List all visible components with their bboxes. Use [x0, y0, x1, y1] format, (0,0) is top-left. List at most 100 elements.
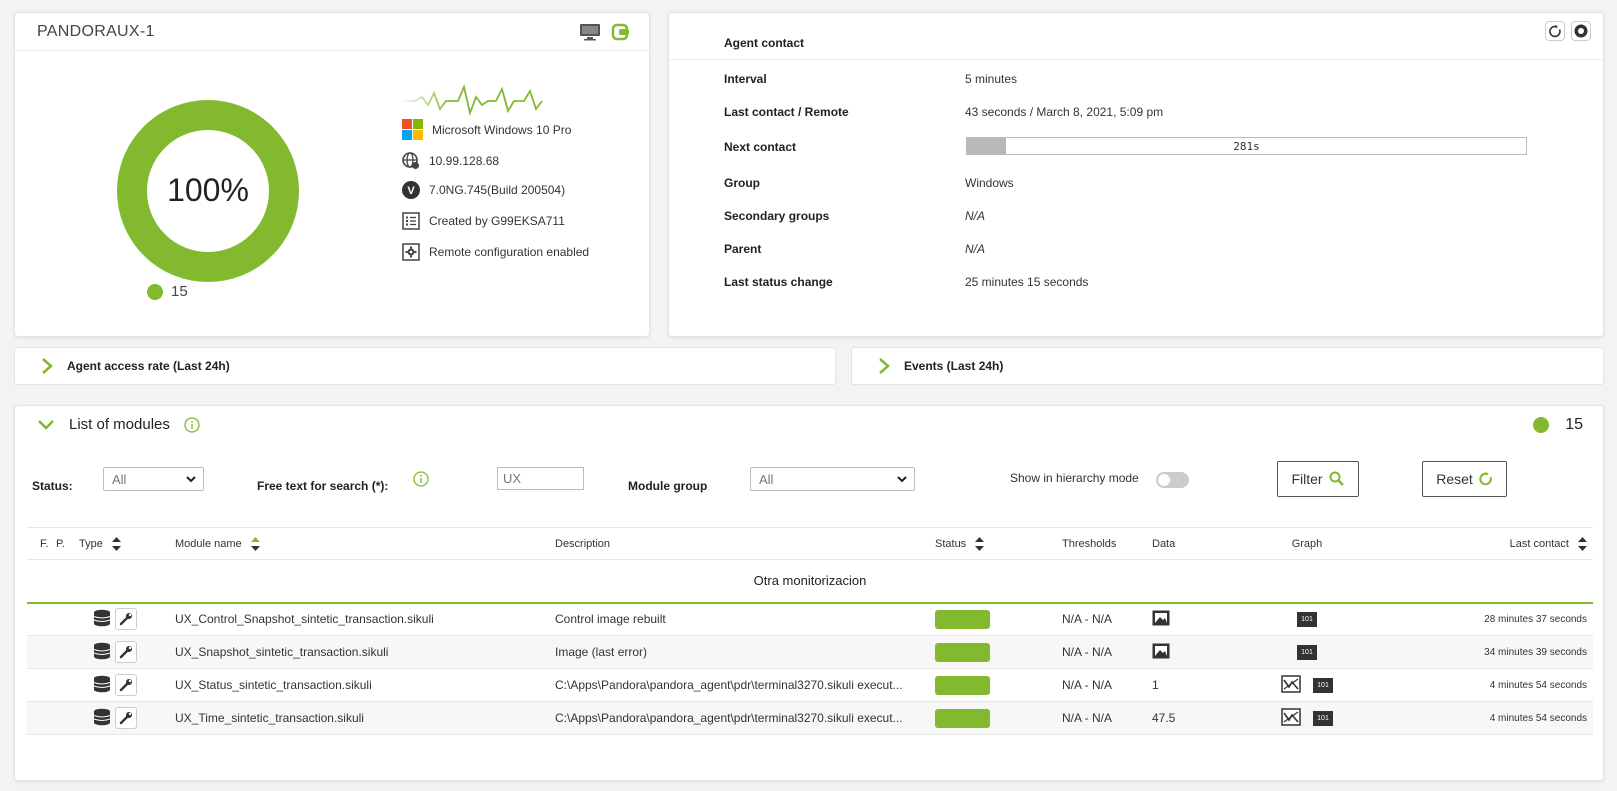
col-status[interactable]: Status [935, 527, 1062, 560]
reset-button[interactable]: Reset [1422, 461, 1507, 497]
data-cell [1152, 602, 1247, 636]
chart-icon[interactable] [1281, 674, 1301, 696]
module-description: C:\Apps\Pandora\pandora_agent\pdr\termin… [555, 701, 935, 735]
table-row[interactable]: UX_Snapshot_sintetic_transaction.sikuli I… [27, 635, 1593, 669]
module-name[interactable]: UX_Time_sintetic_transaction.sikuli [175, 701, 555, 735]
next-contact-progress: 281s [966, 137, 1527, 155]
status-select[interactable]: All [103, 467, 204, 491]
chart-icon[interactable] [1281, 707, 1301, 729]
database-icon [93, 708, 111, 729]
hierarchy-toggle[interactable] [1156, 472, 1189, 488]
data-value: 1 [1152, 678, 1159, 692]
search-label: Free text for search (*): [257, 479, 389, 493]
col-type[interactable]: Type [79, 527, 175, 560]
flag-cell [27, 602, 56, 636]
image-icon[interactable] [1152, 610, 1170, 629]
events-section[interactable]: Events (Last 24h) [851, 347, 1604, 385]
graph-cell: 101 [1247, 668, 1367, 702]
status-badge [935, 642, 990, 662]
data-cell [1152, 635, 1247, 669]
raw-data-icon[interactable]: 101 [1313, 677, 1333, 693]
events-title: Events (Last 24h) [904, 359, 1004, 373]
col-module-name[interactable]: Module name [175, 527, 555, 560]
raw-data-icon[interactable]: 101 [1297, 644, 1317, 660]
ip-label: 10.99.128.68 [429, 154, 500, 168]
database-icon [93, 642, 111, 659]
wrench-icon [119, 646, 132, 659]
agent-status-icon[interactable] [611, 23, 631, 44]
raw-data-icon[interactable]: 101 [1297, 611, 1317, 627]
policy-cell [56, 602, 79, 636]
modules-title: List of modules [69, 416, 170, 433]
svg-text:V: V [407, 185, 415, 197]
last-contact-cell: 4 minutes 54 seconds [1367, 668, 1593, 702]
creator-label: Created by G99EKSA711 [429, 214, 565, 228]
graph-cell: 101 [1247, 701, 1367, 735]
raw-data-icon[interactable]: 101 [1313, 710, 1333, 726]
wrench-button[interactable] [115, 608, 137, 631]
progress-text: 281s [1233, 140, 1260, 153]
col-p: P. [56, 527, 79, 560]
hierarchy-label: Show in hierarchy mode [1010, 471, 1139, 485]
image-icon[interactable] [1152, 643, 1170, 662]
data-cell: 47.5 [1152, 701, 1247, 735]
monitor-icon[interactable] [579, 23, 601, 44]
status-cell [935, 701, 1062, 735]
module-name[interactable]: UX_Control_Snapshot_sintetic_transaction… [175, 602, 555, 636]
filter-button[interactable]: Filter [1277, 461, 1359, 497]
info-icon[interactable] [413, 471, 429, 487]
force-contact-button[interactable] [1571, 21, 1591, 41]
image-icon [1152, 610, 1170, 626]
wrench-button[interactable] [115, 674, 137, 696]
refresh-button[interactable] [1545, 21, 1565, 41]
agent-name: PANDORAUX-1 [37, 22, 155, 40]
database-icon [93, 675, 111, 696]
info-icon[interactable] [184, 416, 200, 433]
access-rate-title: Agent access rate (Last 24h) [67, 359, 230, 373]
access-rate-section[interactable]: Agent access rate (Last 24h) [14, 347, 836, 385]
sort-icon [250, 536, 260, 551]
creator-info: Created by G99EKSA711 [402, 212, 565, 230]
col-last-contact[interactable]: Last contact [1367, 527, 1593, 560]
thresholds-cell: N/A - N/A [1062, 701, 1152, 735]
status-cell [935, 602, 1062, 636]
sort-icon [1578, 536, 1587, 551]
last-contact-cell: 34 minutes 39 seconds [1367, 635, 1593, 669]
database-icon [93, 642, 111, 663]
thresholds-cell: N/A - N/A [1062, 635, 1152, 669]
module-name[interactable]: UX_Snapshot_sintetic_transaction.sikuli [175, 635, 555, 669]
modules-header[interactable]: List of modules [37, 416, 200, 433]
col-graph: Graph [1247, 527, 1367, 560]
status-dot-icon [147, 283, 163, 300]
reset-icon [1479, 472, 1492, 486]
database-icon [93, 675, 111, 692]
flag-cell [27, 635, 56, 669]
module-description: Control image rebuilt [555, 602, 935, 636]
module-group-select[interactable]: All [750, 467, 915, 491]
version-info: V 7.0NG.745(Build 200504) [402, 181, 565, 199]
table-row[interactable]: UX_Control_Snapshot_sintetic_transaction… [27, 602, 1593, 636]
thresholds-cell: N/A - N/A [1062, 668, 1152, 702]
windows-icon [402, 119, 423, 140]
module-group-label: Module group [628, 479, 708, 493]
wrench-icon [119, 613, 132, 626]
status-badge [935, 708, 990, 728]
wrench-button[interactable] [115, 641, 137, 663]
module-name[interactable]: UX_Status_sintetic_transaction.sikuli [175, 668, 555, 702]
agent-card-header: PANDORAUX-1 [15, 13, 649, 51]
table-row[interactable]: UX_Time_sintetic_transaction.sikuli C:\Ap… [27, 701, 1593, 735]
table-row[interactable]: UX_Status_sintetic_transaction.sikuli C:\… [27, 668, 1593, 702]
status-dot-icon [1533, 417, 1550, 433]
sort-icon [975, 536, 985, 551]
flag-cell [27, 668, 56, 702]
search-input[interactable] [497, 467, 584, 490]
wrench-button[interactable] [115, 707, 137, 729]
chart-icon [1281, 707, 1301, 726]
contact-title: Agent contact [724, 36, 805, 50]
chevron-right-icon [42, 358, 53, 374]
type-cell [79, 635, 175, 669]
modules-count: 15 [1533, 416, 1583, 434]
wrench-icon [119, 679, 132, 692]
modules-card: List of modules 15 Status: All Free text… [14, 405, 1604, 781]
version-label: 7.0NG.745(Build 200504) [429, 183, 566, 197]
